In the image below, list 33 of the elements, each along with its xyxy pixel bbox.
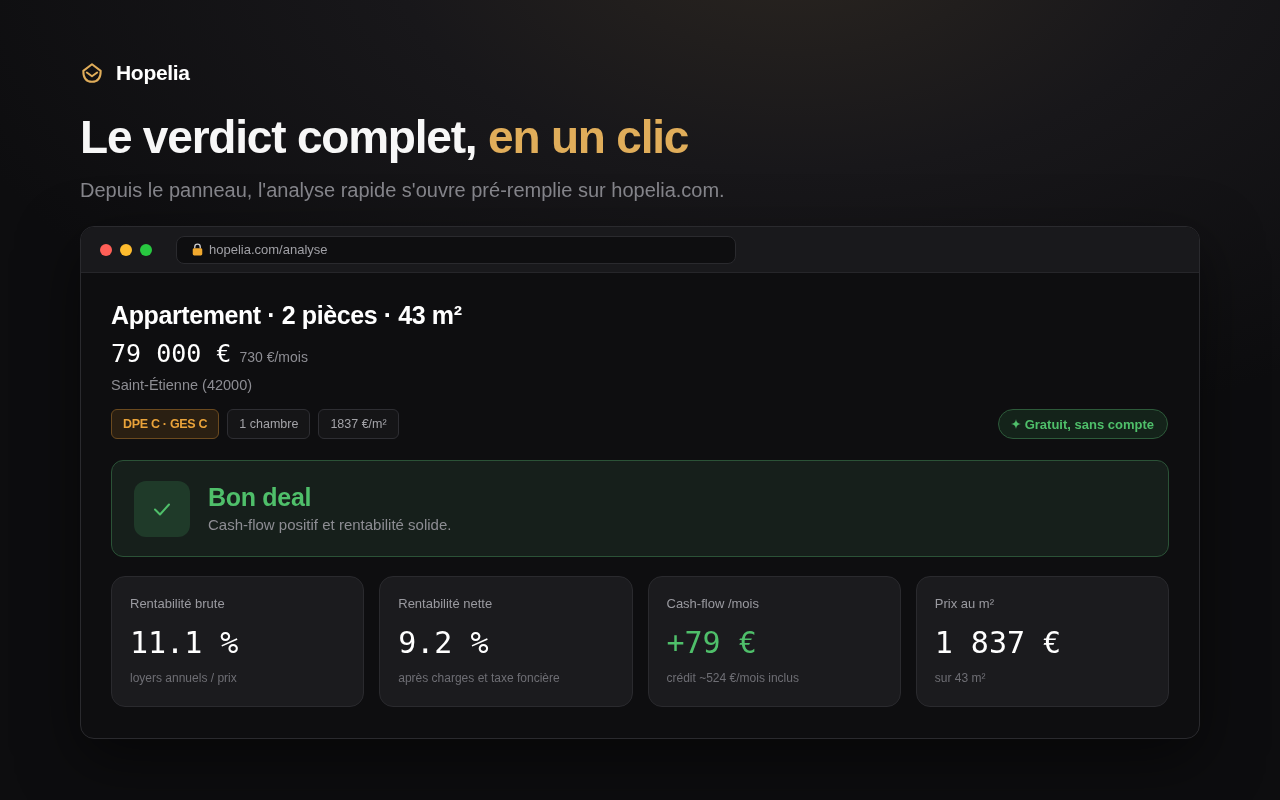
price: 79 000 € [111, 338, 232, 370]
subtitle: Depuis le panneau, l'analyse rapide s'ouvre pré-remplie sur hopelia.com. [80, 178, 725, 203]
metric-label: Prix au m² [934, 595, 994, 613]
metric-label: Cash-flow /mois [666, 595, 759, 613]
listing-title: Appartement · 2 pièces · 43 m² [111, 300, 462, 331]
logo-icon [82, 63, 102, 83]
metric-note: sur 43 m² [934, 670, 986, 687]
headline: Le verdict complet, en un clic [80, 110, 689, 165]
rent: 730 €/mois [239, 349, 308, 365]
metric-label: Rentabilité nette [398, 595, 493, 613]
check-icon [134, 480, 190, 537]
tag: 1 chambre [227, 409, 311, 439]
close-icon[interactable] [100, 243, 112, 256]
location: Saint-Étienne (42000) [111, 376, 253, 395]
metric-note: crédit ~524 €/mois inclus [666, 670, 799, 687]
address-bar[interactable]: hopelia.com/analyse [176, 235, 736, 264]
sparkle-icon [1010, 419, 1021, 429]
metric-value: 1 837 € [934, 624, 1062, 662]
metric-value: +79 € [666, 624, 757, 662]
metric-label: Rentabilité brute [130, 595, 225, 613]
lock-icon [192, 243, 203, 256]
metric-note: après charges et taxe foncière [398, 670, 560, 687]
verdict-description: Cash-flow positif et rentabilité solide. [208, 514, 452, 535]
energy-tag: DPE C · GES C [111, 409, 220, 439]
metric-value: 9.2 % [398, 624, 489, 662]
verdict-title: Bon deal [208, 481, 312, 512]
metric-value: 11.1 % [130, 624, 239, 662]
maximize-icon[interactable] [140, 243, 152, 256]
minimize-icon[interactable] [120, 243, 132, 256]
tag: 1837 €/m² [318, 409, 399, 439]
metric-note: loyers annuels / prix [130, 670, 237, 687]
brand-name: Hopelia [116, 61, 190, 85]
badge-text: Gratuit, sans compte [1024, 416, 1154, 432]
